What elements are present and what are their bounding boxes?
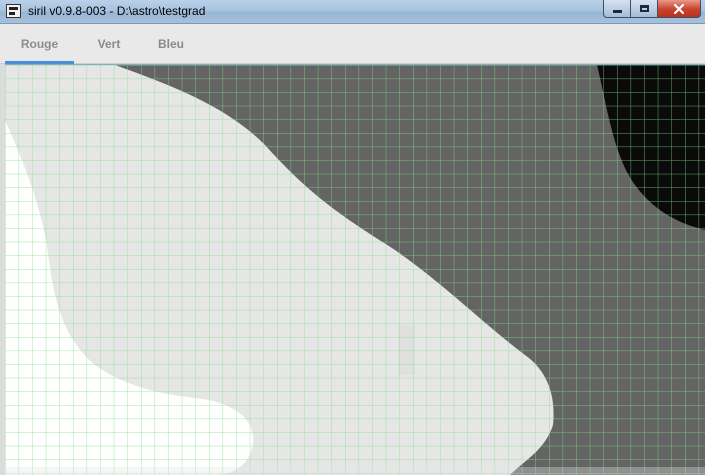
tab-vert[interactable]: Vert: [80, 24, 138, 64]
window-controls: [603, 0, 701, 20]
close-icon: [674, 3, 684, 14]
tab-rouge[interactable]: Rouge: [5, 24, 74, 64]
tab-label: Bleu: [157, 37, 184, 51]
tab-label: Rouge: [20, 37, 59, 51]
canvas-bottom-strip: [5, 467, 705, 475]
close-button[interactable]: [657, 0, 701, 18]
tab-label: Vert: [97, 37, 121, 51]
maximize-icon: [639, 5, 649, 12]
maximize-button[interactable]: [630, 0, 657, 18]
siril-main-window: siril v0.9.8-003 - D:\astro\testgrad Rou…: [0, 0, 705, 475]
siril-app-icon[interactable]: [6, 4, 21, 18]
minimize-icon: [612, 10, 622, 13]
image-canvas[interactable]: [5, 65, 705, 475]
sample-grid: [5, 65, 705, 475]
window-title: siril v0.9.8-003 - D:\astro\testgrad: [28, 4, 206, 18]
gradient-image: [5, 65, 705, 475]
title-bar[interactable]: siril v0.9.8-003 - D:\astro\testgrad: [0, 0, 705, 24]
tab-bleu[interactable]: Bleu: [144, 24, 198, 64]
channel-tab-bar: Rouge Vert Bleu: [0, 24, 705, 64]
minimize-button[interactable]: [603, 0, 630, 18]
